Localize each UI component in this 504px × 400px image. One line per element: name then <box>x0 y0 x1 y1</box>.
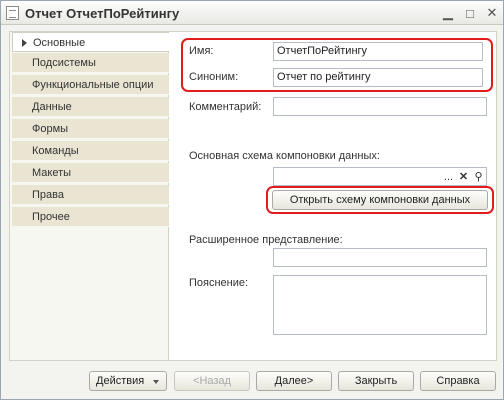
tab-label: Основные <box>33 37 86 49</box>
close-icon[interactable]: ✕ <box>483 5 501 21</box>
tab-forms[interactable]: Формы <box>12 119 170 139</box>
close-button[interactable]: Закрыть <box>338 371 414 391</box>
tab-label: Прочее <box>32 211 70 223</box>
back-button[interactable]: <Назад <box>174 371 250 391</box>
comment-label: Комментарий: <box>189 101 262 113</box>
tab-functional-options[interactable]: Функциональные опции <box>12 75 170 95</box>
clear-icon[interactable]: ✕ <box>457 168 470 185</box>
tab-label: Макеты <box>32 167 72 179</box>
tab-label: Подсистемы <box>32 57 96 69</box>
actions-label: Действия <box>96 375 145 387</box>
tab-label: Команды <box>32 145 79 157</box>
window-title: Отчет ОтчетПоРейтингу <box>25 6 180 21</box>
actions-button[interactable]: Действия <box>89 371 167 391</box>
tab-label: Данные <box>32 101 72 113</box>
tab-list: Основные Подсистемы Функциональные опции… <box>9 31 170 361</box>
explanation-textarea[interactable] <box>273 275 487 335</box>
name-label: Имя: <box>189 45 214 57</box>
synonym-label: Синоним: <box>189 71 239 83</box>
tab-templates[interactable]: Макеты <box>12 163 170 183</box>
arrow-right-icon <box>22 39 27 47</box>
chevron-down-icon <box>153 380 159 384</box>
report-icon <box>6 6 19 20</box>
tab-other[interactable]: Прочее <box>12 207 170 227</box>
help-button[interactable]: Справка <box>420 371 496 391</box>
tab-label: Функциональные опции <box>32 79 154 91</box>
title-bar[interactable]: Отчет ОтчетПоРейтингу ▁ □ ✕ <box>1 1 503 25</box>
tab-main[interactable]: Основные <box>12 32 170 52</box>
name-input[interactable]: ОтчетПоРейтингу <box>273 42 483 61</box>
dialog-window: Отчет ОтчетПоРейтингу ▁ □ ✕ Основные Под… <box>0 0 504 400</box>
extended-input[interactable] <box>273 248 487 267</box>
tab-commands[interactable]: Команды <box>12 141 170 161</box>
tab-label: Права <box>32 189 64 201</box>
tab-label: Формы <box>32 123 69 135</box>
form-panel: Имя: ОтчетПоРейтингу Синоним: Отчет по р… <box>169 31 497 361</box>
minimize-icon[interactable]: ▁ <box>439 5 457 21</box>
synonym-input[interactable]: Отчет по рейтингу <box>273 68 483 87</box>
tab-rights[interactable]: Права <box>12 185 170 205</box>
open-schema-button[interactable]: Открыть схему компоновки данных <box>272 190 488 210</box>
extended-label: Расширенное представление: <box>189 234 343 246</box>
next-button[interactable]: Далее> <box>256 371 332 391</box>
schema-label: Основная схема компоновки данных: <box>189 150 380 162</box>
ellipsis-icon[interactable]: ... <box>442 168 455 185</box>
maximize-icon[interactable]: □ <box>461 5 479 21</box>
explanation-label: Пояснение: <box>189 277 249 289</box>
tab-subsystems[interactable]: Подсистемы <box>12 53 170 73</box>
magnifier-icon[interactable]: ⚲ <box>472 168 485 185</box>
tab-data[interactable]: Данные <box>12 97 170 117</box>
comment-input[interactable] <box>273 97 487 116</box>
